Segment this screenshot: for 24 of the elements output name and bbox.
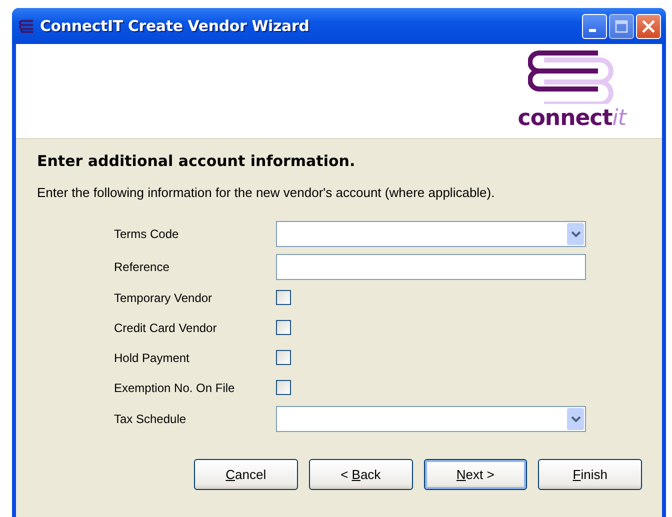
window-title: ConnectIT Create Vendor Wizard — [40, 17, 310, 35]
field-label: Hold Payment — [114, 350, 190, 364]
wizard-button[interactable]: Next > — [424, 459, 528, 490]
field-label: Terms Code — [114, 227, 180, 241]
field-label: Reference — [114, 260, 170, 274]
dropdown-field[interactable] — [276, 406, 586, 432]
app-icon — [18, 19, 36, 33]
field-label: Credit Card Vendor — [114, 320, 218, 334]
page-heading: Enter additional account information. — [37, 152, 356, 170]
logo-icon — [528, 50, 616, 104]
checkbox[interactable] — [276, 320, 291, 335]
wizard-button[interactable]: Cancel — [194, 459, 298, 490]
field-label: Tax Schedule — [114, 412, 188, 426]
wizard-button[interactable]: < Back — [308, 459, 412, 490]
dropdown-field[interactable] — [276, 221, 586, 247]
logo-text: connectit — [518, 106, 626, 132]
field-label: Temporary Vendor — [114, 290, 214, 304]
wizard-button[interactable]: Finish — [538, 459, 642, 490]
checkbox[interactable] — [276, 290, 291, 305]
field-label: Exemption No. On File — [114, 380, 236, 394]
page-description: Enter the following information for the new vendor's account (where applicable). — [37, 185, 496, 200]
checkbox[interactable] — [276, 350, 291, 365]
input-field[interactable] — [276, 254, 586, 280]
checkbox[interactable] — [276, 380, 291, 395]
